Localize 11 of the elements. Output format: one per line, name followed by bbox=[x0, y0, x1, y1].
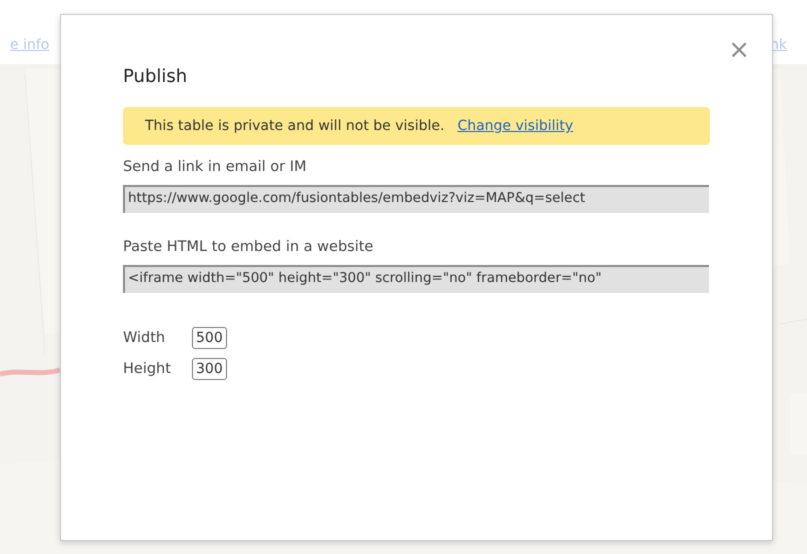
size-field[interactable]: 300 bbox=[192, 358, 227, 380]
embed-code-field[interactable]: <iframe width="500" height="300" scrolling="no" frameborder="no" bbox=[123, 265, 709, 293]
field-label: Height bbox=[123, 361, 172, 377]
field-label: Width bbox=[123, 330, 166, 346]
link-field[interactable]: https://www.google.com/fusiontables/embedviz?viz=MAP&q=select bbox=[123, 185, 709, 213]
size-field[interactable]: 500 bbox=[192, 327, 227, 349]
field-label: Send a link in email or IM bbox=[123, 159, 308, 175]
field-label: Paste HTML to embed in a website bbox=[123, 239, 374, 255]
notice-text: This table is private and will not be visible. bbox=[145, 118, 444, 134]
dialog-title: Publish bbox=[123, 66, 188, 87]
change-visibility-link[interactable]: Change visibility bbox=[457, 118, 574, 134]
